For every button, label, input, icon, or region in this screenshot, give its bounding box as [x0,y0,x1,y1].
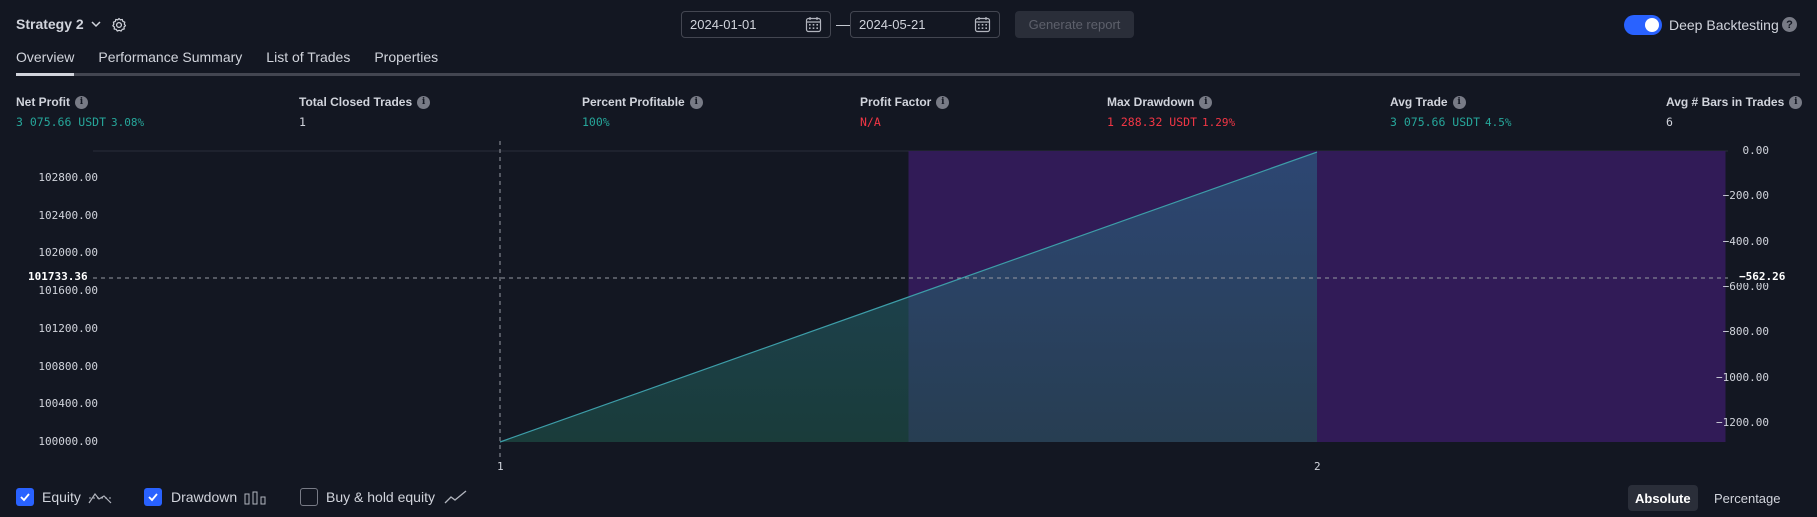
left-axis-tick: 101600.00 [38,284,98,298]
left-axis-tick: 101200.00 [38,321,98,335]
right-axis-tick: −400.00 [1722,234,1769,248]
absolute-button[interactable]: Absolute [1628,485,1698,511]
buy-hold-label[interactable]: Buy & hold equity [326,489,435,505]
left-axis-tick: 100800.00 [38,359,98,373]
right-axis-tick: −800.00 [1722,325,1769,339]
left-axis-tick: 102800.00 [38,171,98,184]
left-axis-tick: 102000.00 [38,246,98,260]
drawdown-bar [1317,151,1726,442]
bar-chart-icon [244,491,266,505]
check-icon [148,493,158,502]
equity-chart[interactable] [0,0,1817,517]
x-axis-tick: 1 [497,460,504,473]
drawdown-label[interactable]: Drawdown [171,489,237,505]
x-axis-tick: 2 [1314,460,1321,473]
crosshair-left-label: 101733.36 [26,270,90,283]
right-axis-tick: −1200.00 [1716,416,1769,429]
equity-line-icon [88,492,112,504]
right-axis-tick: −200.00 [1722,189,1769,203]
right-axis-tick: −1000.00 [1716,370,1769,384]
equity-checkbox[interactable] [16,488,34,506]
trend-line-icon [444,490,467,504]
percentage-button[interactable]: Percentage [1707,485,1788,511]
buy-hold-checkbox[interactable] [300,488,318,506]
right-axis-tick: 0.00 [1742,144,1770,157]
check-icon [20,493,30,502]
left-axis-tick: 102400.00 [38,208,98,222]
left-axis-tick: 100000.00 [38,435,98,448]
crosshair-right-label: −562.26 [1737,270,1788,283]
drawdown-checkbox[interactable] [144,488,162,506]
left-axis-tick: 100400.00 [38,397,98,411]
equity-label[interactable]: Equity [42,489,81,505]
